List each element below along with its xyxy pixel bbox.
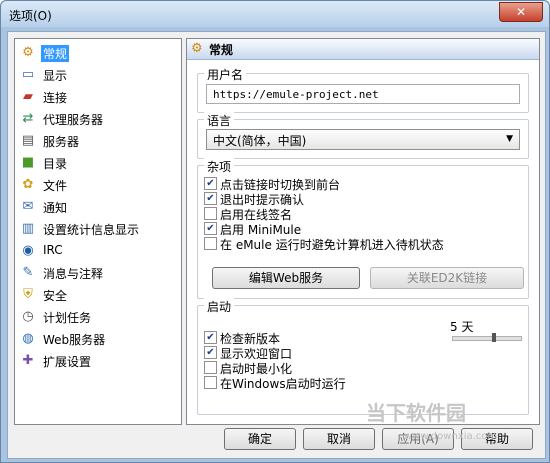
- server-icon: ▤: [21, 133, 35, 148]
- gear-icon: ⚙: [191, 41, 203, 56]
- nav-item-label: 扩展设置: [43, 355, 92, 369]
- chevron-down-icon: ▼: [506, 134, 513, 144]
- checkbox-label: 在 eMule 运行时避免计算机进入待机状态: [220, 238, 444, 252]
- nav-item[interactable]: ▭ 显示: [17, 65, 177, 85]
- title-bar[interactable]: 选项(O) ✕: [1, 1, 549, 27]
- file-icon: ✿: [22, 177, 34, 192]
- nav-item-label: 连接: [43, 91, 68, 105]
- nav-item-label: 设置统计信息显示: [43, 223, 140, 237]
- checkbox[interactable]: ✔: [204, 192, 217, 205]
- close-icon: ✕: [515, 5, 527, 19]
- connection-icon: ▰: [23, 89, 33, 104]
- nav-item-label: 服务器: [43, 135, 80, 149]
- nav-item-label: 通知: [43, 201, 68, 215]
- checkbox[interactable]: ✔: [204, 346, 217, 359]
- associate-ed2k-button[interactable]: 关联ED2K链接: [370, 267, 524, 289]
- display-icon: ▭: [21, 67, 35, 82]
- window-title: 选项(O): [9, 9, 52, 23]
- notify-icon: ✉: [22, 199, 34, 214]
- message-icon: ✎: [22, 265, 34, 280]
- cancel-button[interactable]: 取消: [303, 428, 375, 450]
- schedule-icon: ◷: [22, 309, 34, 324]
- settings-panel: ⚙ 常规 用户名 https://emule-project.net 语言 中文…: [186, 38, 540, 425]
- language-value: 中文(简体，中国): [213, 134, 307, 148]
- nav-item[interactable]: ◉ IRC: [17, 241, 177, 261]
- proxy-icon: ⇄: [22, 111, 34, 126]
- shield-icon: ⛨: [23, 287, 33, 302]
- nav-item-label: 消息与注释: [43, 267, 104, 281]
- stats-icon: ▥: [21, 221, 35, 236]
- checkbox[interactable]: ✔: [204, 331, 217, 344]
- gear-icon: ⚙: [22, 45, 34, 60]
- nav-item-label: IRC: [43, 243, 63, 257]
- nav-item[interactable]: ✿ 文件: [17, 175, 177, 195]
- language-select[interactable]: 中文(简体，中国) ▼: [206, 129, 520, 150]
- checkbox[interactable]: ✔: [204, 177, 217, 190]
- options-window: 选项(O) ✕ ⚙ 常规 ▭ 显示 ▰ 连接 ⇄ 代理服务器 ▤ 服务器 ■ 目录 ✿ 文件 ✉ 通知 ▥ 设置统…: [0, 0, 550, 463]
- panel-title: 常规: [209, 43, 234, 57]
- edit-web-services-button[interactable]: 编辑Web服务: [212, 267, 360, 289]
- watermark-logo: 当下软件园: [366, 401, 466, 425]
- watermark-url: www.downxia.com: [404, 431, 498, 442]
- days-slider[interactable]: [452, 336, 522, 341]
- close-button[interactable]: ✕: [499, 2, 543, 22]
- nav-item[interactable]: ■ 目录: [17, 153, 177, 173]
- nav-item[interactable]: ⚙ 常规: [17, 43, 177, 63]
- checkbox[interactable]: [204, 361, 217, 374]
- nav-item[interactable]: ◷ 计划任务: [17, 307, 177, 327]
- dialog-client: ⚙ 常规 ▭ 显示 ▰ 连接 ⇄ 代理服务器 ▤ 服务器 ■ 目录 ✿ 文件 ✉ 通知 ▥ 设置统计信息显示 ◉ IR…: [7, 31, 546, 459]
- nav-item-label: 文件: [43, 179, 68, 193]
- nav-item[interactable]: ◍ Web服务器: [17, 329, 177, 349]
- nickname-group: 用户名 https://emule-project.net: [197, 66, 529, 113]
- startup-group: 启动 5 天 ✔ 检查新版本 ✔ 显示欢迎窗口 启动时最小化 在Windows启动时运行: [197, 298, 529, 415]
- checkbox[interactable]: [204, 207, 217, 220]
- extension-icon: ✚: [22, 353, 34, 368]
- nav-item[interactable]: ✚ 扩展设置: [17, 351, 177, 371]
- days-slider-thumb[interactable]: [492, 333, 496, 342]
- checkbox-label: 在Windows启动时运行: [220, 377, 346, 391]
- nav-item[interactable]: ✉ 通知: [17, 197, 177, 217]
- startup-group-title: 启动: [204, 298, 235, 315]
- nav-item-label: 安全: [43, 289, 68, 303]
- panel-header: ⚙ 常规: [187, 39, 539, 60]
- nav-item[interactable]: ⇄ 代理服务器: [17, 109, 177, 129]
- folder-icon: ■: [21, 155, 35, 170]
- nav-item-label: 常规: [41, 45, 70, 62]
- checkbox[interactable]: [204, 376, 217, 389]
- nav-item-label: 目录: [43, 157, 68, 171]
- checkbox[interactable]: ✔: [204, 222, 217, 235]
- checkbox[interactable]: [204, 237, 217, 250]
- nav-item[interactable]: ▥ 设置统计信息显示: [17, 219, 177, 239]
- nav-item-label: 代理服务器: [43, 113, 104, 127]
- nav-item-label: 计划任务: [43, 311, 92, 325]
- web-server-icon: ◍: [22, 331, 34, 346]
- nav-item-label: 显示: [43, 69, 68, 83]
- language-group: 语言 中文(简体，中国) ▼: [197, 112, 529, 159]
- nav-item[interactable]: ▤ 服务器: [17, 131, 177, 151]
- misc-group-title: 杂项: [204, 158, 235, 175]
- nav-item-label: Web服务器: [43, 333, 106, 347]
- language-group-title: 语言: [204, 112, 235, 129]
- nav-item[interactable]: ✎ 消息与注释: [17, 263, 177, 283]
- nickname-input[interactable]: https://emule-project.net: [206, 84, 520, 104]
- irc-icon: ◉: [22, 243, 34, 258]
- days-label: 5 天: [450, 320, 474, 334]
- category-list[interactable]: ⚙ 常规 ▭ 显示 ▰ 连接 ⇄ 代理服务器 ▤ 服务器 ■ 目录 ✿ 文件 ✉ 通知 ▥ 设置统计信息显示 ◉ IR…: [14, 38, 182, 425]
- nav-item[interactable]: ▰ 连接: [17, 87, 177, 107]
- ok-button[interactable]: 确定: [224, 428, 296, 450]
- misc-group: 杂项 编辑Web服务 关联ED2K链接 ✔ 点击链接时切换到前台 ✔ 退出时提示确认启…: [197, 158, 529, 299]
- nickname-group-title: 用户名: [204, 66, 247, 83]
- nav-item[interactable]: ⛨ 安全: [17, 285, 177, 305]
